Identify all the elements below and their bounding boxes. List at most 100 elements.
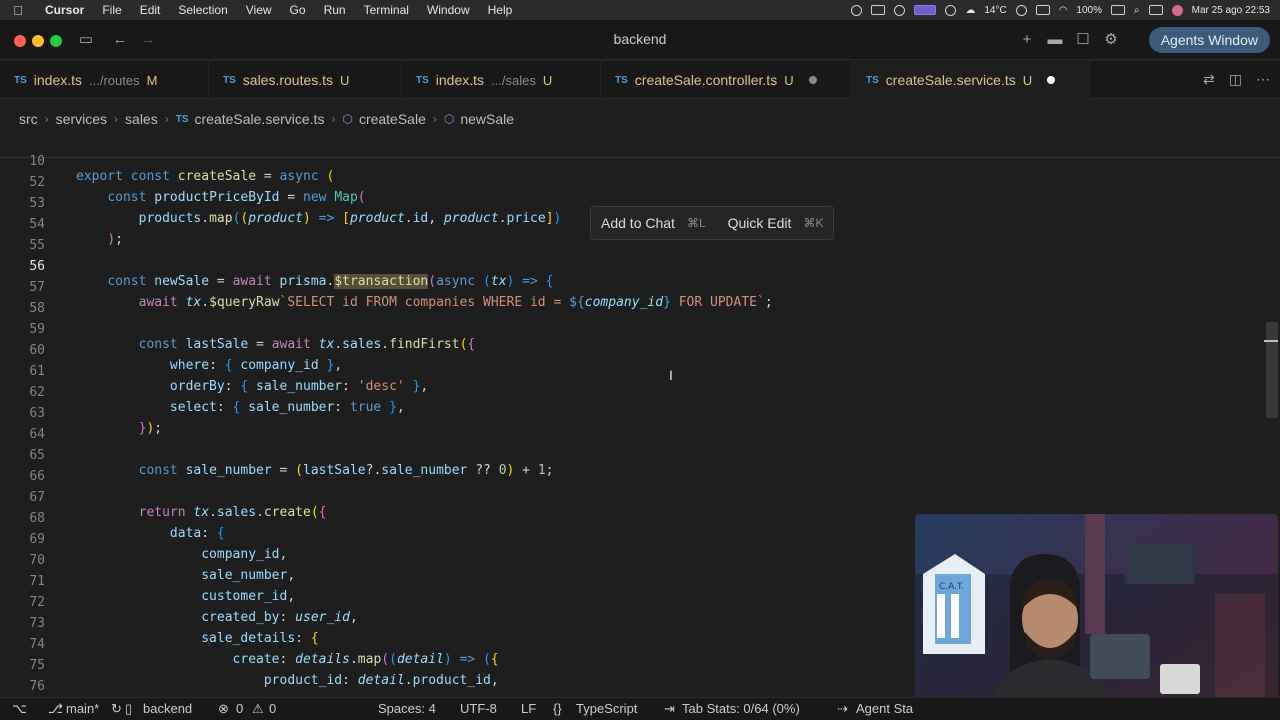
screen-record-icon[interactable] xyxy=(871,5,886,15)
menu-terminal[interactable]: Terminal xyxy=(355,3,418,17)
forward-arrow-icon[interactable]: → xyxy=(139,31,157,49)
error-icon: ⊗ xyxy=(218,701,229,716)
typescript-icon: TS xyxy=(223,74,236,86)
code-line-row[interactable]: 58 xyxy=(0,284,1280,316)
breadcrumb-file[interactable]: createSale.service.ts xyxy=(195,111,325,127)
editor-scrollbar[interactable] xyxy=(1266,322,1278,418)
menu-app-cursor[interactable]: Cursor xyxy=(36,3,93,17)
menu-selection[interactable]: Selection xyxy=(169,3,236,17)
code-line-row[interactable]: 57 await tx.$queryRaw`SELECT id FROM com… xyxy=(0,263,1280,310)
code-line-row[interactable]: 62 select: { sale_number: true }, xyxy=(0,368,1280,415)
minimize-window-button[interactable] xyxy=(32,35,44,47)
control-center-icon[interactable] xyxy=(1148,5,1163,15)
code-line-row[interactable]: 65 const sale_number = (lastSale?.sale_n… xyxy=(0,431,1280,478)
tab-sales-routes[interactable]: TS sales.routes.ts U xyxy=(209,61,402,99)
tab-createsale-service[interactable]: TS createSale.service.ts U xyxy=(852,61,1090,99)
panel-toggle-icon[interactable]: ▬ xyxy=(1046,31,1064,49)
tab-index-sales[interactable]: TS index.ts .../sales U xyxy=(402,61,601,99)
battery-percent[interactable]: 100% xyxy=(1076,5,1102,16)
code-line-row[interactable]: 63 }); xyxy=(0,389,1280,436)
quick-edit-button[interactable]: Quick Edit xyxy=(728,215,792,231)
wifi-icon[interactable]: ◠ xyxy=(1059,5,1068,16)
breadcrumb-services[interactable]: services xyxy=(56,111,107,127)
unsaved-dot-icon[interactable] xyxy=(1047,76,1056,84)
indentation-setting[interactable]: Spaces: 4 xyxy=(378,701,436,716)
compare-changes-icon[interactable]: ⇄ xyxy=(1203,71,1215,88)
menu-help[interactable]: Help xyxy=(479,3,522,17)
new-chat-icon[interactable]: + xyxy=(1018,31,1036,49)
selection-action-popover: Add to Chat ⌘L Quick Edit ⌘K xyxy=(590,206,835,240)
menu-file[interactable]: File xyxy=(93,3,130,17)
cast-icon[interactable] xyxy=(945,4,957,16)
git-branch[interactable]: main* xyxy=(66,701,99,716)
breadcrumb-sales[interactable]: sales xyxy=(125,111,158,127)
code-line-row[interactable]: 64 xyxy=(0,410,1280,442)
breadcrumb-symbol-createsale[interactable]: createSale xyxy=(359,111,426,127)
sticky-scroll-line[interactable]: 10 export const createSale = async ( xyxy=(0,137,1280,184)
apple-icon[interactable]:  xyxy=(0,3,36,18)
tab-stats[interactable]: Tab Stats: 0/64 (0%) xyxy=(682,701,800,716)
warning-count[interactable]: 0 xyxy=(269,701,276,716)
remote-icon[interactable]: ⌥ xyxy=(12,701,27,717)
code-line-row[interactable]: 53 products.map((product) => [product.id… xyxy=(0,179,1280,226)
agent-status[interactable]: Agent Sta xyxy=(856,701,913,716)
spotlight-icon[interactable]: ⌕ xyxy=(1134,5,1140,16)
project-name[interactable]: backend xyxy=(143,701,192,716)
window-title: backend xyxy=(613,31,667,47)
weather-icon[interactable]: ☁ xyxy=(965,5,975,16)
siri-icon[interactable] xyxy=(1171,4,1183,16)
battery-icon[interactable] xyxy=(1111,5,1125,15)
code-line-row[interactable]: 52 const productPriceById = new Map( xyxy=(0,158,1280,205)
typescript-icon: TS xyxy=(866,74,879,86)
add-to-chat-button[interactable]: Add to Chat xyxy=(601,215,675,231)
menu-view[interactable]: View xyxy=(237,3,281,17)
close-window-button[interactable] xyxy=(14,35,26,47)
gear-icon[interactable]: ⚙ xyxy=(1102,31,1120,49)
menu-go[interactable]: Go xyxy=(281,3,315,17)
typescript-icon: TS xyxy=(14,74,27,86)
code-line-row[interactable]: 56 const newSale = await prisma.$transac… xyxy=(0,242,1280,289)
code-line-row[interactable]: 60 where: { company_id }, xyxy=(0,326,1280,373)
vpn-icon[interactable] xyxy=(851,4,863,16)
code-line-row[interactable]: 66 xyxy=(0,452,1280,484)
more-actions-icon[interactable]: ⋯ xyxy=(1256,71,1270,88)
keyboard-icon[interactable] xyxy=(1035,5,1050,15)
menubar-datetime[interactable]: Mar 25 ago 22:53 xyxy=(1192,5,1270,16)
tab-stats-icon: ⇥ xyxy=(664,701,675,716)
sync-icon[interactable] xyxy=(894,4,906,16)
menu-window[interactable]: Window xyxy=(418,3,479,17)
folder-icon: ▯ xyxy=(125,701,133,716)
code-line-row[interactable]: 68 data: { xyxy=(0,494,1280,541)
tab-createsale-controller[interactable]: TS createSale.controller.ts U xyxy=(601,61,852,99)
code-line-row[interactable]: 67 return tx.sales.create({ xyxy=(0,473,1280,520)
error-count[interactable]: 0 xyxy=(236,701,243,716)
breadcrumb-symbol-newsale[interactable]: newSale xyxy=(460,111,514,127)
sidebar-toggle-icon[interactable]: ▭ xyxy=(77,31,95,49)
typescript-icon: TS xyxy=(416,74,429,86)
chat-icon[interactable]: ☐ xyxy=(1074,31,1092,49)
menu-edit[interactable]: Edit xyxy=(131,3,170,17)
code-line-row[interactable]: 61 orderBy: { sale_number: 'desc' }, xyxy=(0,347,1280,394)
unsaved-dot-icon[interactable] xyxy=(808,76,817,84)
weather-temp[interactable]: 14°C xyxy=(984,5,1006,16)
split-editor-icon[interactable]: ◫ xyxy=(1229,71,1242,88)
menubar-status-area: ☁ 14°C ◠ 100% ⌕ Mar 25 ago 22:53 xyxy=(851,0,1270,20)
chevron-right-icon: › xyxy=(331,112,336,126)
git-branch-icon: ⎇ xyxy=(48,701,63,716)
zoom-window-button[interactable] xyxy=(50,35,62,47)
tab-index-routes[interactable]: TS index.ts .../routes M xyxy=(0,61,209,99)
menu-run[interactable]: Run xyxy=(315,3,355,17)
eol-setting[interactable]: LF xyxy=(521,701,536,716)
encoding-setting[interactable]: UTF-8 xyxy=(460,701,497,716)
back-arrow-icon[interactable]: ← xyxy=(111,31,129,49)
quick-edit-shortcut: ⌘K xyxy=(803,216,824,230)
language-mode[interactable]: TypeScript xyxy=(576,701,637,716)
chevron-right-icon: › xyxy=(164,112,169,126)
focus-icon[interactable] xyxy=(1015,4,1027,16)
agents-window-button[interactable]: Agents Window xyxy=(1148,27,1270,53)
window-titlebar: ▭ ← → backend + ▬ ☐ ⚙ Agents Window xyxy=(0,20,1280,60)
sync-changes-icon[interactable]: ↻ xyxy=(111,701,122,717)
code-line-row[interactable]: 59 const lastSale = await tx.sales.findF… xyxy=(0,305,1280,352)
breadcrumb-src[interactable]: src xyxy=(19,111,38,127)
display-icon[interactable] xyxy=(914,5,937,15)
